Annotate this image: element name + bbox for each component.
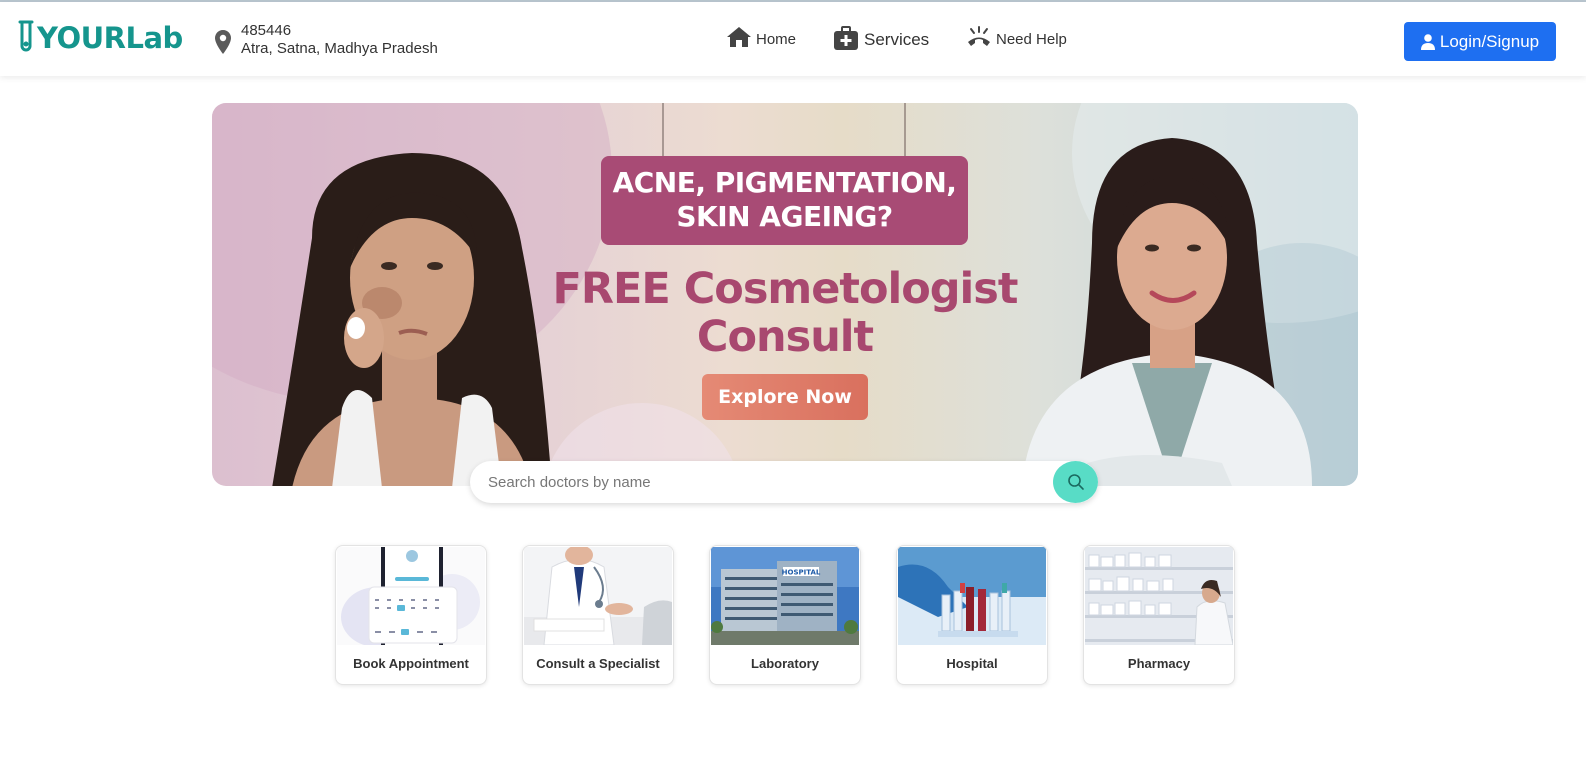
- nav-services-label: Services: [864, 30, 930, 49]
- pharmacy-image: [1085, 547, 1233, 645]
- service-card-label: Pharmacy: [1127, 656, 1191, 671]
- logo-text: YOURLab: [37, 21, 183, 55]
- explore-now-button[interactable]: Explore Now: [702, 374, 868, 420]
- book-appointment-image: [337, 547, 485, 645]
- phone-ringing-icon: [968, 26, 990, 46]
- login-signup-button[interactable]: Login/Signup: [1404, 22, 1556, 61]
- service-card-label: Book Appointment: [353, 656, 469, 671]
- service-card-label: Laboratory: [751, 656, 819, 671]
- search-input[interactable]: [488, 472, 1048, 492]
- test-tube-icon: [18, 20, 34, 52]
- login-signup-label: Login/Signup: [1439, 31, 1540, 51]
- nav-home-label: Home: [756, 31, 797, 48]
- service-card-hospital[interactable]: Hospital: [896, 545, 1048, 685]
- service-card-label: Hospital: [946, 656, 998, 671]
- promo-banner[interactable]: ACNE, PIGMENTATION, SKIN AGEING? FREE Co…: [212, 103, 1358, 486]
- nav-need-help-label: Need Help: [996, 31, 1067, 48]
- nav-services[interactable]: Services: [834, 26, 929, 50]
- banner-offer: FREE Cosmetologist Consult: [512, 265, 1058, 361]
- doctor-search-bar: [470, 461, 1098, 503]
- brand-logo[interactable]: YOURLab: [16, 18, 183, 58]
- top-navbar: YOURLab 485446 Atra, Satna, Madhya Prade…: [0, 2, 1586, 76]
- home-icon: [727, 27, 751, 47]
- laboratory-image: HOSPITAL: [711, 547, 859, 645]
- location-address: Atra, Satna, Madhya Pradesh: [241, 40, 438, 57]
- service-card-label: Consult a Specialist: [536, 656, 660, 671]
- service-card-laboratory[interactable]: HOSPITAL Laboratory: [709, 545, 861, 685]
- nav-need-help[interactable]: Need Help: [966, 26, 1067, 48]
- location-pincode: 485446: [241, 22, 292, 39]
- consult-specialist-image: [524, 547, 672, 645]
- banner-offer-line2: Consult: [696, 312, 874, 362]
- service-card-consult-specialist[interactable]: Consult a Specialist: [522, 545, 674, 685]
- service-card-pharmacy[interactable]: Pharmacy: [1083, 545, 1235, 685]
- search-icon: [1067, 474, 1084, 490]
- banner-headline: ACNE, PIGMENTATION, SKIN AGEING?: [601, 156, 968, 245]
- medical-kit-icon: [834, 26, 858, 50]
- nav-home[interactable]: Home: [726, 26, 796, 48]
- service-card-book-appointment[interactable]: Book Appointment: [335, 545, 487, 685]
- svg-text:HOSPITAL: HOSPITAL: [782, 569, 821, 577]
- banner-offer-line1: FREE Cosmetologist: [552, 264, 1019, 314]
- hospital-image: [898, 547, 1046, 645]
- location-pin-icon: [215, 30, 231, 54]
- location-selector[interactable]: 485446 Atra, Satna, Madhya Pradesh: [214, 22, 438, 58]
- search-button[interactable]: [1053, 461, 1098, 503]
- user-icon: [1420, 33, 1435, 50]
